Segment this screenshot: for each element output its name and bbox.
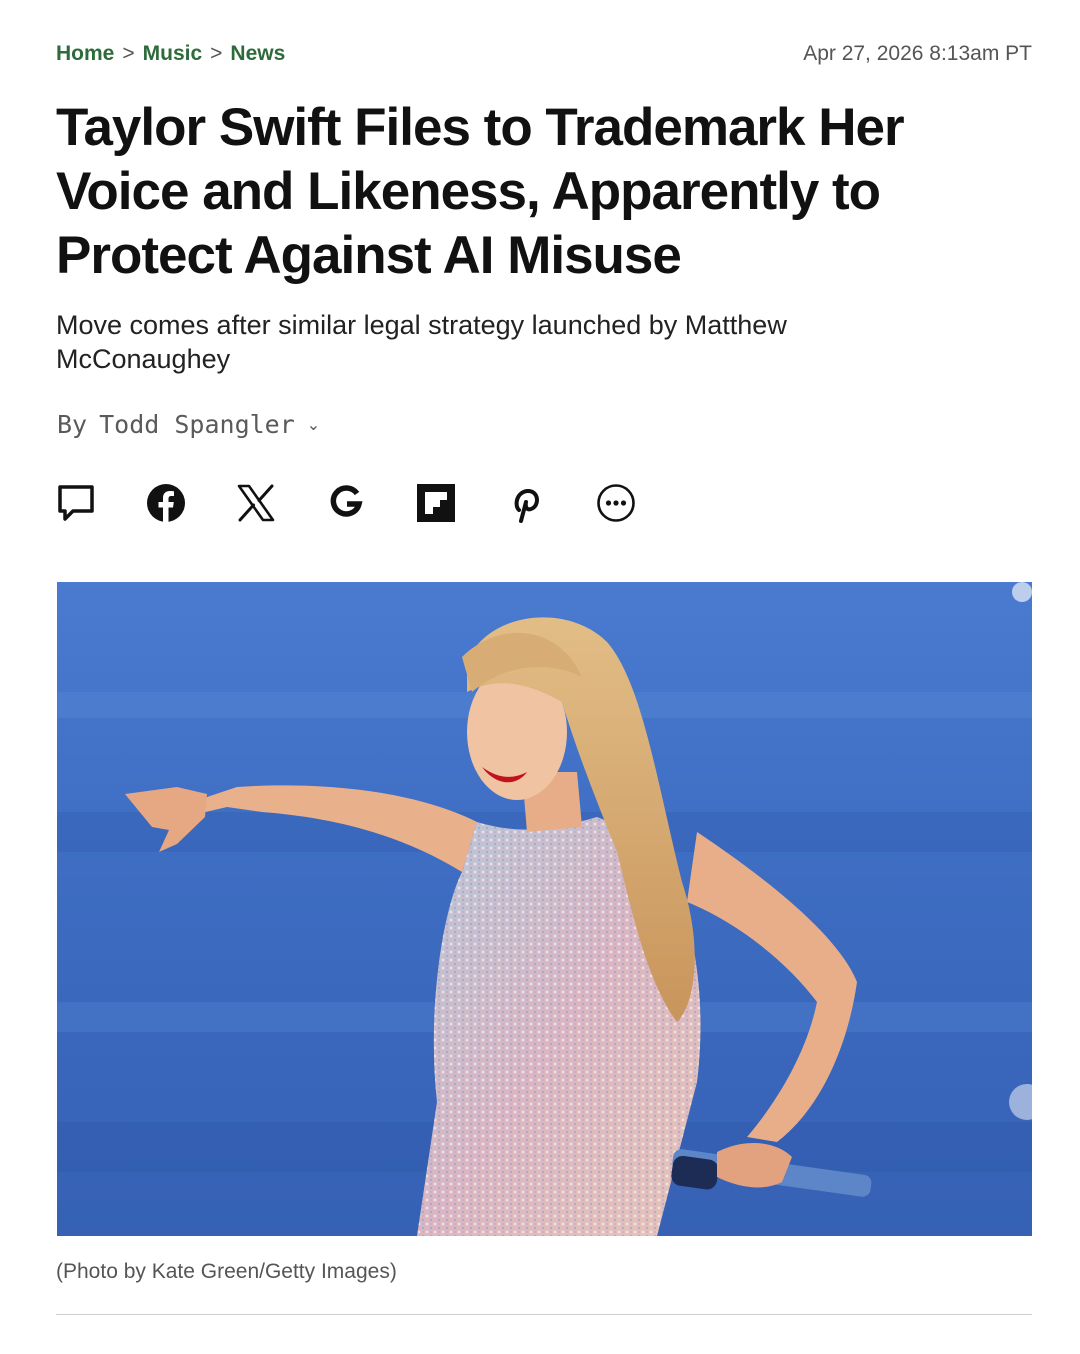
byline-prefix: By	[57, 410, 88, 439]
publish-date: Apr 27, 2026 8:13am PT	[803, 42, 1032, 65]
article-headline: Taylor Swift Files to Trademark Her Voic…	[56, 98, 905, 285]
share-bar	[56, 482, 636, 524]
facebook-icon[interactable]	[146, 482, 186, 524]
google-icon[interactable]	[326, 482, 366, 524]
x-icon[interactable]	[236, 482, 276, 524]
author-name[interactable]: Todd Spangler	[99, 410, 295, 439]
article-topbar: Home > Music > News Apr 27, 2026 8:13am …	[56, 38, 1032, 70]
flipboard-icon[interactable]	[416, 482, 456, 524]
photo-caption: (Photo by Kate Green/Getty Images)	[56, 1260, 397, 1283]
hero-photo	[57, 582, 1032, 1236]
divider	[56, 1314, 1032, 1315]
breadcrumb-music[interactable]: Music	[143, 42, 203, 66]
breadcrumb-separator: >	[122, 42, 135, 65]
comment-icon[interactable]	[56, 482, 96, 524]
article-dek: Move comes after similar legal strategy …	[56, 310, 787, 374]
breadcrumb-news[interactable]: News	[230, 42, 285, 66]
byline[interactable]: By Todd Spangler ⌄	[57, 410, 320, 439]
chevron-down-icon[interactable]: ⌄	[307, 415, 320, 434]
breadcrumb-separator: >	[210, 42, 223, 65]
pinterest-icon[interactable]	[506, 482, 546, 524]
breadcrumb: Home > Music > News	[56, 42, 285, 66]
breadcrumb-home[interactable]: Home	[56, 42, 114, 66]
more-icon[interactable]	[596, 482, 636, 524]
